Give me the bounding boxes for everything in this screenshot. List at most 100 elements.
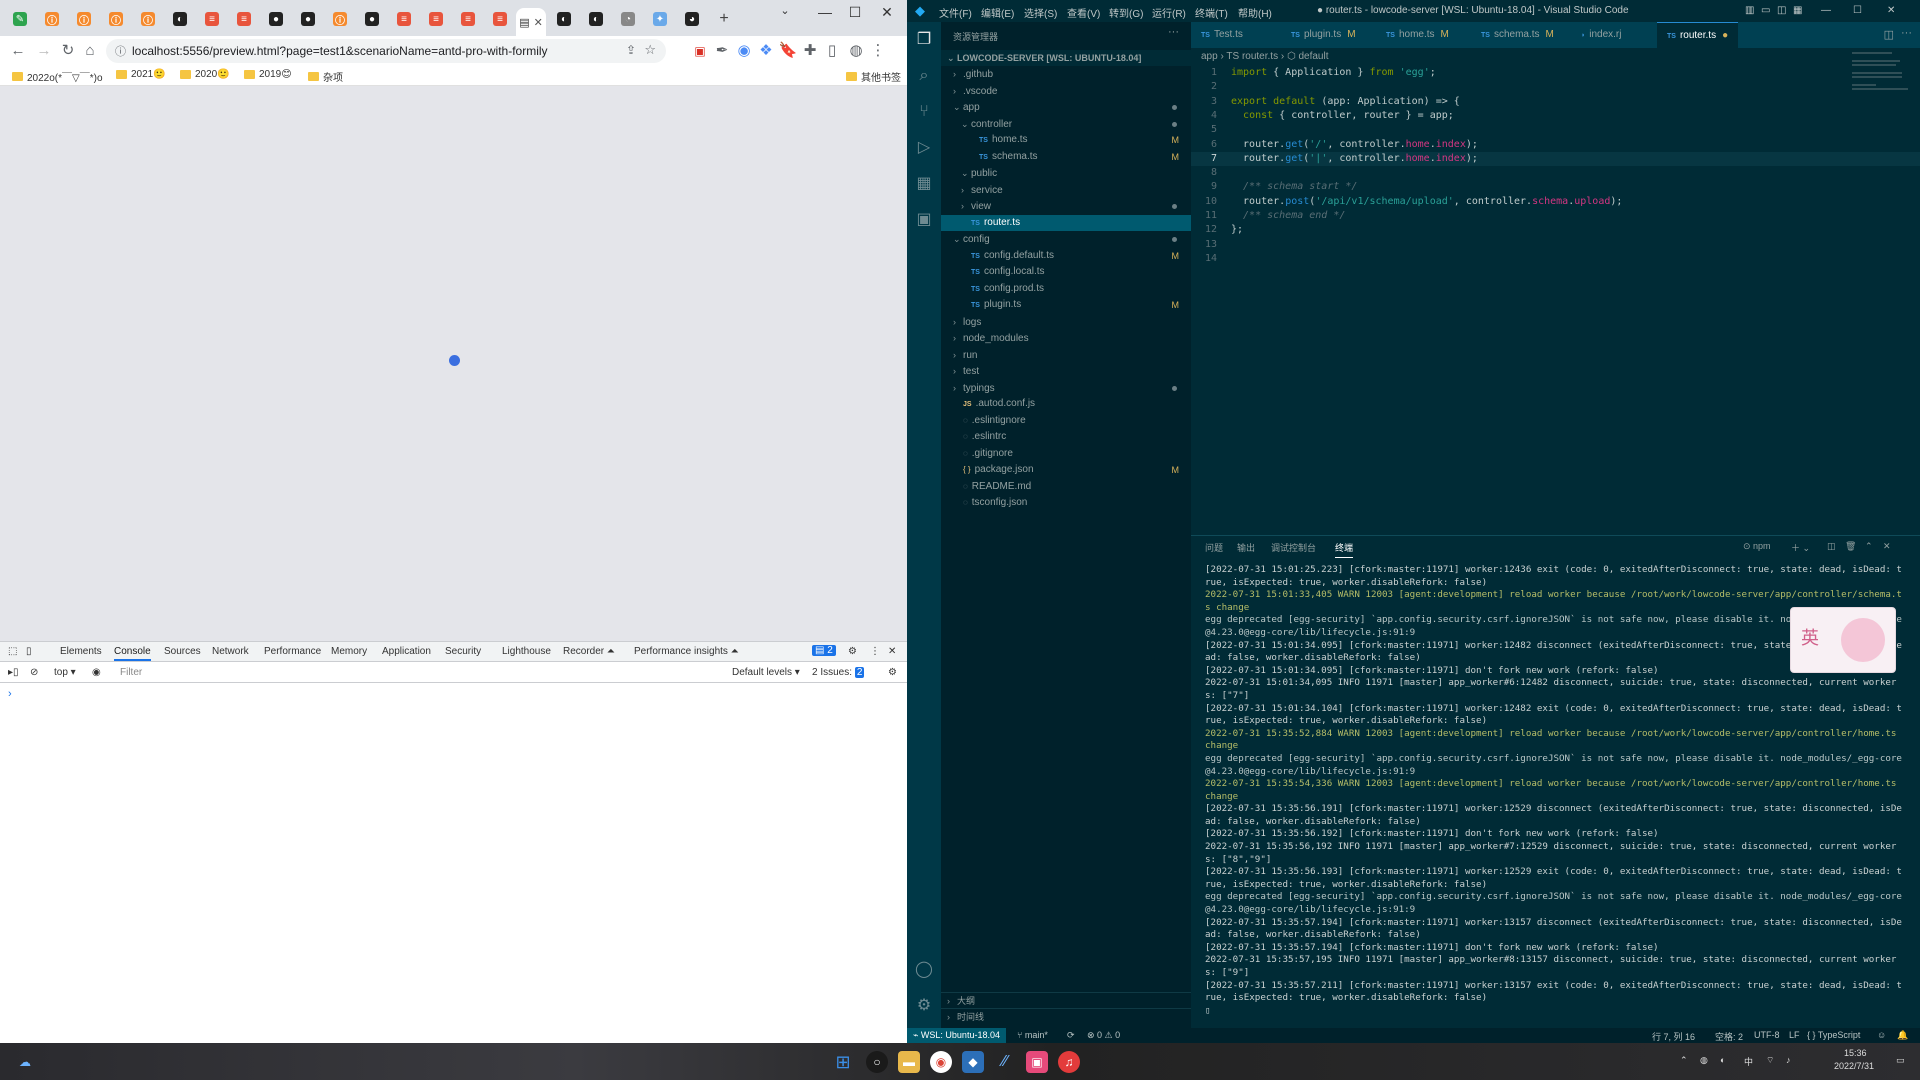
editor-tab[interactable]: ◗ index.rj (1571, 22, 1637, 48)
tray-network-icon[interactable]: ◍ (1700, 1055, 1708, 1066)
menu-edit[interactable]: 编辑(E) (981, 5, 1014, 20)
bookmark-folder[interactable]: 2020🙂 (180, 69, 230, 80)
floating-ime-sticker[interactable]: 英 (1790, 607, 1896, 673)
settings-gear-icon[interactable]: ⚙ (848, 646, 857, 657)
tree-file[interactable]: JS .autod.conf.js (941, 396, 1191, 412)
devtools-tab-network[interactable]: Network (212, 646, 249, 657)
code-line[interactable]: 4 const { controller, router } = app; (1191, 109, 1920, 123)
editor-tab[interactable]: TS plugin.ts M (1281, 22, 1366, 48)
code-line[interactable]: 14 (1191, 252, 1920, 266)
source-control-icon[interactable]: ⑂ (914, 102, 934, 122)
code-line[interactable]: 10 router.post('/api/v1/schema/upload', … (1191, 195, 1920, 209)
panel-toggle-icon[interactable]: ▭ (1761, 5, 1770, 16)
devtools-tab-performance-insights[interactable]: Performance insights ⏶ (634, 646, 739, 657)
browser-tab[interactable]: ✦ (646, 8, 674, 30)
feishu-icon[interactable]: ∕∕ (994, 1051, 1016, 1073)
sidebar-toggle-icon[interactable]: ▸▯ (8, 667, 19, 678)
terminal-shell-selector[interactable]: ⊙ npm (1743, 541, 1771, 552)
issues-badge[interactable]: ▤ 2 (812, 645, 836, 656)
panel-tab-debug-console[interactable]: 调试控制台 (1271, 541, 1316, 554)
devtools-tab-sources[interactable]: Sources (164, 646, 201, 657)
split-editor-icon[interactable]: ◫ (1884, 28, 1894, 41)
forward-icon[interactable]: → (34, 42, 54, 60)
start-windows-icon[interactable]: ⊞ (832, 1051, 854, 1073)
maximize-button[interactable]: ☐ (1853, 5, 1862, 16)
code-line[interactable]: 1 import { Application } from 'egg'; (1191, 66, 1920, 80)
minimize-button[interactable]: — (1821, 5, 1831, 16)
tree-folder[interactable]: ⌄ config (941, 231, 1191, 247)
tree-file[interactable]: TS schema.ts M (941, 149, 1191, 165)
panel-tab-terminal[interactable]: 终端 (1335, 541, 1354, 558)
tree-folder[interactable]: › test (941, 363, 1191, 379)
new-tab-button[interactable]: + (710, 8, 738, 30)
browser-tab[interactable]: ⓘ (134, 8, 162, 30)
search-icon[interactable]: ⌕ (914, 66, 934, 86)
vscode-taskbar-icon[interactable]: ◆ (962, 1051, 984, 1073)
extension-pdf-icon[interactable]: ▣ (690, 42, 710, 60)
code-line[interactable]: 11 /** schema end */ (1191, 209, 1920, 223)
console-prompt[interactable]: › (8, 688, 12, 700)
address-bar[interactable]: ⓘ localhost:5556/preview.html?page=test1… (106, 39, 666, 63)
remote-indicator[interactable]: ⌁ WSL: Ubuntu-18.04 (907, 1028, 1006, 1043)
browser-tab[interactable]: ✎ (6, 8, 34, 30)
editor-tab[interactable]: TS schema.ts M (1471, 22, 1564, 48)
browser-tab[interactable]: ≡ (422, 8, 450, 30)
tab-search-icon[interactable]: ⌄ (770, 4, 800, 17)
tree-folder[interactable]: ⌄ controller (941, 116, 1191, 132)
extension-translate-icon[interactable]: ❖ (756, 42, 776, 60)
tree-file[interactable]: ◌ .eslintrc (941, 429, 1191, 445)
tree-file[interactable]: TS config.default.ts M (941, 248, 1191, 264)
browser-tab[interactable]: ≡ (454, 8, 482, 30)
tree-file[interactable]: TS router.ts (941, 214, 1191, 231)
secondary-sidebar-icon[interactable]: ◫ (1777, 5, 1786, 16)
tree-file[interactable]: { } package.json M (941, 462, 1191, 478)
tree-folder[interactable]: › typings (941, 380, 1191, 396)
browser-tab[interactable]: ≡ (230, 8, 258, 30)
profile-avatar-icon[interactable]: ◍ (846, 42, 866, 60)
indentation[interactable]: 空格: 2 (1715, 1030, 1743, 1043)
tree-folder[interactable]: ⌄ public (941, 165, 1191, 181)
home-icon[interactable]: ⌂ (80, 42, 100, 60)
bookmark-star-icon[interactable]: ☆ (644, 42, 656, 58)
browser-tab[interactable]: ≡ (198, 8, 226, 30)
code-line[interactable]: 5 (1191, 123, 1920, 137)
tray-chevron-icon[interactable]: ⌃ (1680, 1055, 1688, 1066)
tree-folder[interactable]: › logs (941, 314, 1191, 330)
issues-link[interactable]: 2 Issues: 2 (812, 667, 865, 678)
browser-tab[interactable]: ⓘ (38, 8, 66, 30)
browser-tab[interactable]: ◔ (614, 8, 642, 30)
browser-tab[interactable]: ⓘ (102, 8, 130, 30)
feedback-icon[interactable]: ☺ (1877, 1030, 1886, 1040)
menu-terminal[interactable]: 终端(T) (1195, 5, 1228, 20)
notifications-bell-icon[interactable]: 🔔 (1897, 1030, 1908, 1041)
browser-tab[interactable]: ● (358, 8, 386, 30)
code-line[interactable]: 6 router.get('/', controller.home.index)… (1191, 138, 1920, 152)
clock-date[interactable]: 2022/7/31 (1834, 1061, 1874, 1071)
explorer-root-folder[interactable]: ⌄ LOWCODE-SERVER [WSL: UBUNTU-18.04] (941, 50, 1191, 66)
timeline-section[interactable]: › 时间线 (941, 1008, 1191, 1024)
clear-console-icon[interactable]: ⊘ (30, 667, 38, 678)
tree-folder[interactable]: › node_modules (941, 330, 1191, 346)
browser-menu-icon[interactable]: ⋮ (868, 42, 888, 60)
code-line[interactable]: 7 router.get('|', controller.home.index)… (1191, 151, 1920, 166)
extensions-puzzle-icon[interactable]: ✚ (800, 42, 820, 60)
close-panel-icon[interactable]: ✕ (1883, 541, 1891, 552)
devtools-tab-elements[interactable]: Elements (60, 646, 102, 657)
devtools-tab-recorder[interactable]: Recorder ⏶ (563, 646, 615, 657)
netease-music-icon[interactable]: ♫ (1058, 1051, 1080, 1073)
cursor-position[interactable]: 行 7, 列 16 (1652, 1030, 1695, 1043)
explorer-icon[interactable]: ❐ (914, 30, 934, 50)
browser-tab[interactable]: ◐ (550, 8, 578, 30)
panel-tab-problems[interactable]: 问题 (1205, 541, 1223, 554)
tree-folder[interactable]: › .vscode (941, 83, 1191, 99)
side-panel-icon[interactable]: ▯ (822, 42, 842, 60)
editor-tab[interactable]: TS router.ts ● (1657, 22, 1739, 48)
browser-tab[interactable]: ● (294, 8, 322, 30)
end-of-line[interactable]: LF (1789, 1030, 1800, 1040)
context-selector[interactable]: top ▾ (54, 667, 76, 678)
panel-tab-output[interactable]: 输出 (1237, 541, 1255, 554)
site-info-icon[interactable]: ⓘ (115, 43, 126, 59)
back-icon[interactable]: ← (8, 42, 28, 60)
minimize-button[interactable]: — (810, 4, 840, 20)
devtools-tab-security[interactable]: Security (445, 646, 481, 657)
